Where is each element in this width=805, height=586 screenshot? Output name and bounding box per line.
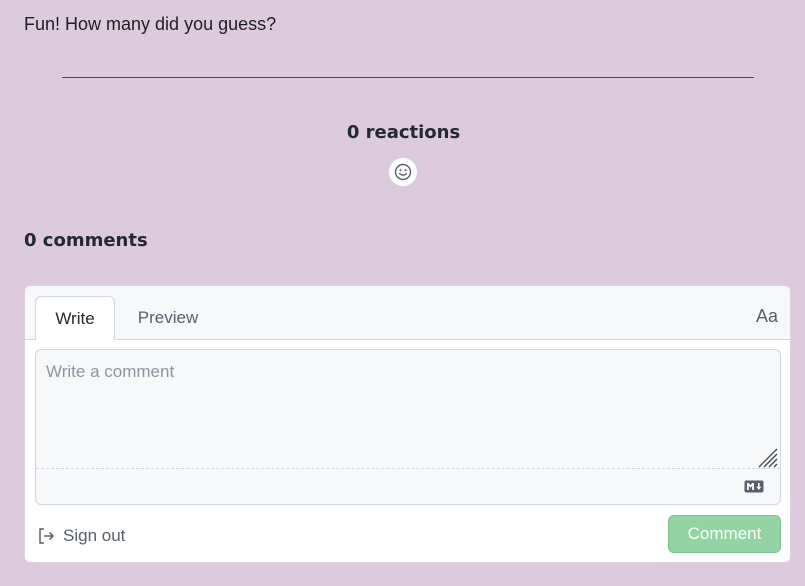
sign-out-link[interactable]: Sign out: [37, 526, 125, 546]
editor-divider: [36, 468, 780, 469]
comment-editor: [35, 349, 781, 505]
sign-out-icon: [39, 528, 55, 544]
comment-box: Write Preview Aa Sign out Comment: [24, 285, 791, 563]
comment-input[interactable]: [36, 350, 780, 468]
smiley-icon: [394, 163, 412, 181]
tab-preview[interactable]: Preview: [128, 296, 208, 340]
markdown-icon: [744, 480, 764, 493]
comment-submit-button[interactable]: Comment: [668, 515, 781, 553]
comment-tabbar: Write Preview Aa: [25, 286, 790, 340]
reactions-count: 0 reactions: [346, 122, 461, 143]
text-size-toggle[interactable]: Aa: [756, 306, 778, 327]
sign-out-label: Sign out: [63, 526, 126, 545]
post-text: Fun! How many did you guess?: [24, 14, 277, 34]
resize-handle-icon[interactable]: [756, 446, 778, 468]
tab-write[interactable]: Write: [35, 296, 115, 340]
divider: [62, 77, 754, 78]
add-reaction-button[interactable]: [388, 157, 418, 187]
comments-count: 0 comments: [24, 230, 148, 251]
